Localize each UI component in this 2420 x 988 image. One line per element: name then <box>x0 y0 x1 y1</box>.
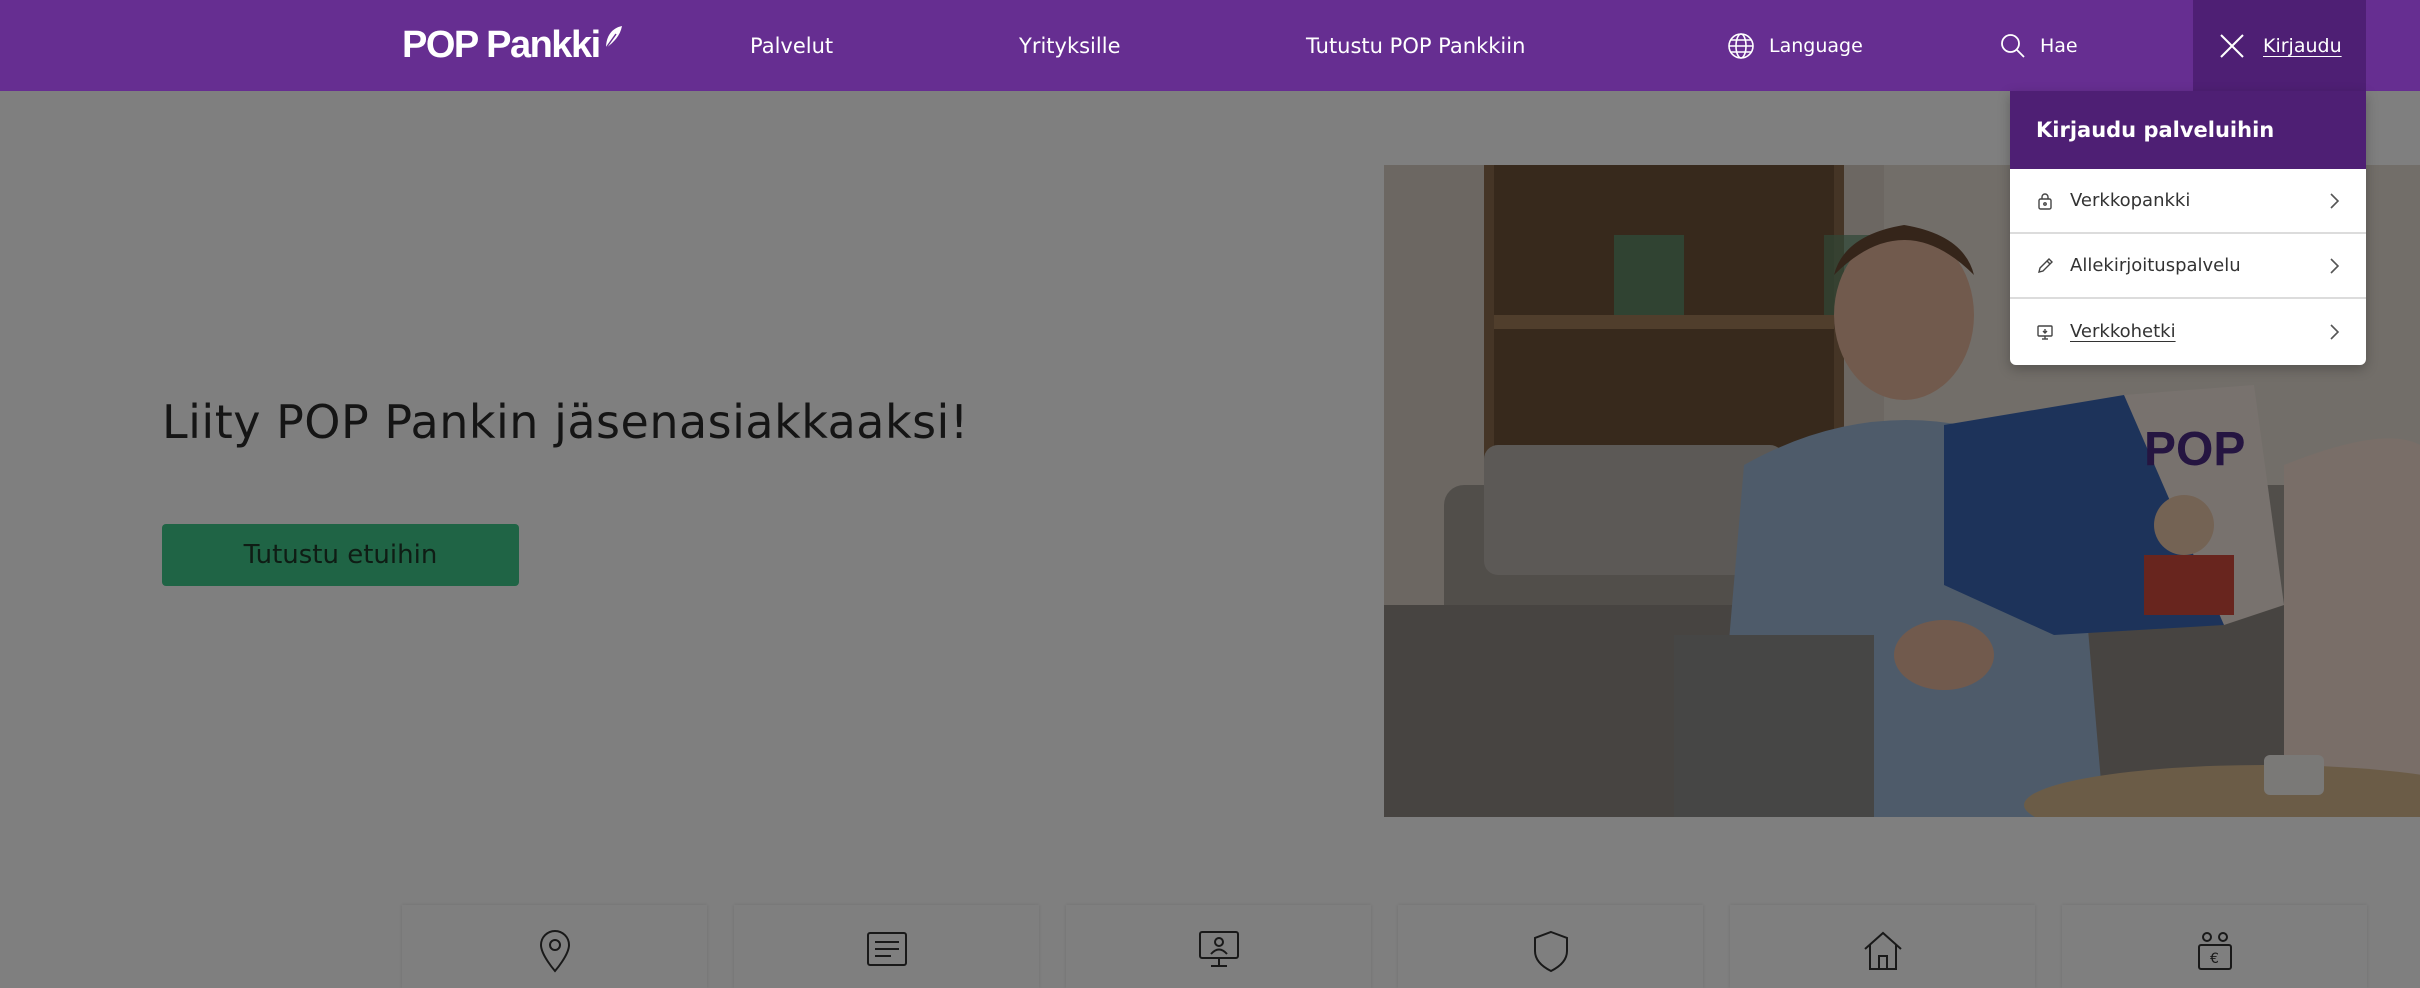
house-icon <box>1863 931 1902 970</box>
language-selector[interactable]: Language <box>1727 0 1863 91</box>
login-item-online-bank-label: Verkkopankki <box>2070 190 2191 211</box>
close-icon <box>2220 33 2244 58</box>
language-label: Language <box>1769 34 1863 57</box>
tile-locations[interactable] <box>402 905 707 988</box>
nav-business[interactable]: Yrityksille <box>1019 0 1120 91</box>
site-header: POP Pankki Palvelut Yrityksille Tutustu … <box>0 0 2420 91</box>
nav-services-label: Palvelut <box>750 33 834 58</box>
search-icon <box>2001 33 2025 58</box>
tile-insurance[interactable] <box>1398 905 1703 988</box>
login-dropdown: Kirjaudu palveluihin Verkkopankki Alleki… <box>2010 91 2366 365</box>
login-item-signing-service-label: Allekirjoituspalvelu <box>2070 255 2241 276</box>
tile-home-loans[interactable] <box>1730 905 2035 988</box>
login-item-signing-service[interactable]: Allekirjoituspalvelu <box>2010 234 2366 299</box>
chevron-right-icon <box>2330 257 2340 274</box>
login-item-online-meeting-label: Verkkohetki <box>2070 321 2176 342</box>
feature-tiles: € <box>402 905 2368 988</box>
document-icon <box>866 932 907 966</box>
globe-icon <box>1728 32 1754 59</box>
chevron-right-icon <box>2330 323 2340 340</box>
nav-services[interactable]: Palvelut <box>750 0 833 91</box>
svg-text:POP: POP <box>2144 423 2245 476</box>
pen-icon <box>2038 257 2053 273</box>
monitor-chat-icon <box>2037 324 2053 340</box>
shield-icon <box>1533 930 1568 973</box>
svg-text:€: € <box>2210 951 2219 967</box>
leaf-icon <box>605 26 622 49</box>
presentation-person-icon <box>1198 931 1239 967</box>
logo-text: POP Pankki <box>402 23 601 66</box>
search-button[interactable]: Hae <box>2000 0 2078 91</box>
hero-title: Liity POP Pankin jäsenasiakkaaksi! <box>162 395 969 449</box>
login-toggle-button[interactable]: Kirjaudu <box>2193 0 2366 91</box>
nav-about-label: Tutustu POP Pankkiin <box>1306 33 1526 58</box>
tile-member-benefits[interactable]: € <box>2062 905 2367 988</box>
pop-pankki-logo[interactable]: POP Pankki <box>402 22 624 68</box>
nav-about[interactable]: Tutustu POP Pankkiin <box>1306 0 1525 91</box>
lock-icon <box>2038 192 2052 210</box>
chevron-right-icon <box>2330 192 2340 209</box>
page: POP Pankki Palvelut Yrityksille Tutustu … <box>0 0 2420 988</box>
search-label: Hae <box>2040 34 2078 57</box>
tile-documents[interactable] <box>734 905 1039 988</box>
login-item-online-bank[interactable]: Verkkopankki <box>2010 169 2366 234</box>
nav-business-label: Yrityksille <box>1019 33 1121 58</box>
tile-online-meeting[interactable] <box>1066 905 1371 988</box>
login-label: Kirjaudu <box>2263 34 2342 57</box>
explore-benefits-button[interactable]: Tutustu etuihin <box>162 524 519 586</box>
login-dropdown-title: Kirjaudu palveluihin <box>2010 91 2366 169</box>
euro-gift-icon: € <box>2197 932 2232 970</box>
location-pin-icon <box>539 930 570 973</box>
login-item-online-meeting[interactable]: Verkkohetki <box>2010 299 2366 364</box>
